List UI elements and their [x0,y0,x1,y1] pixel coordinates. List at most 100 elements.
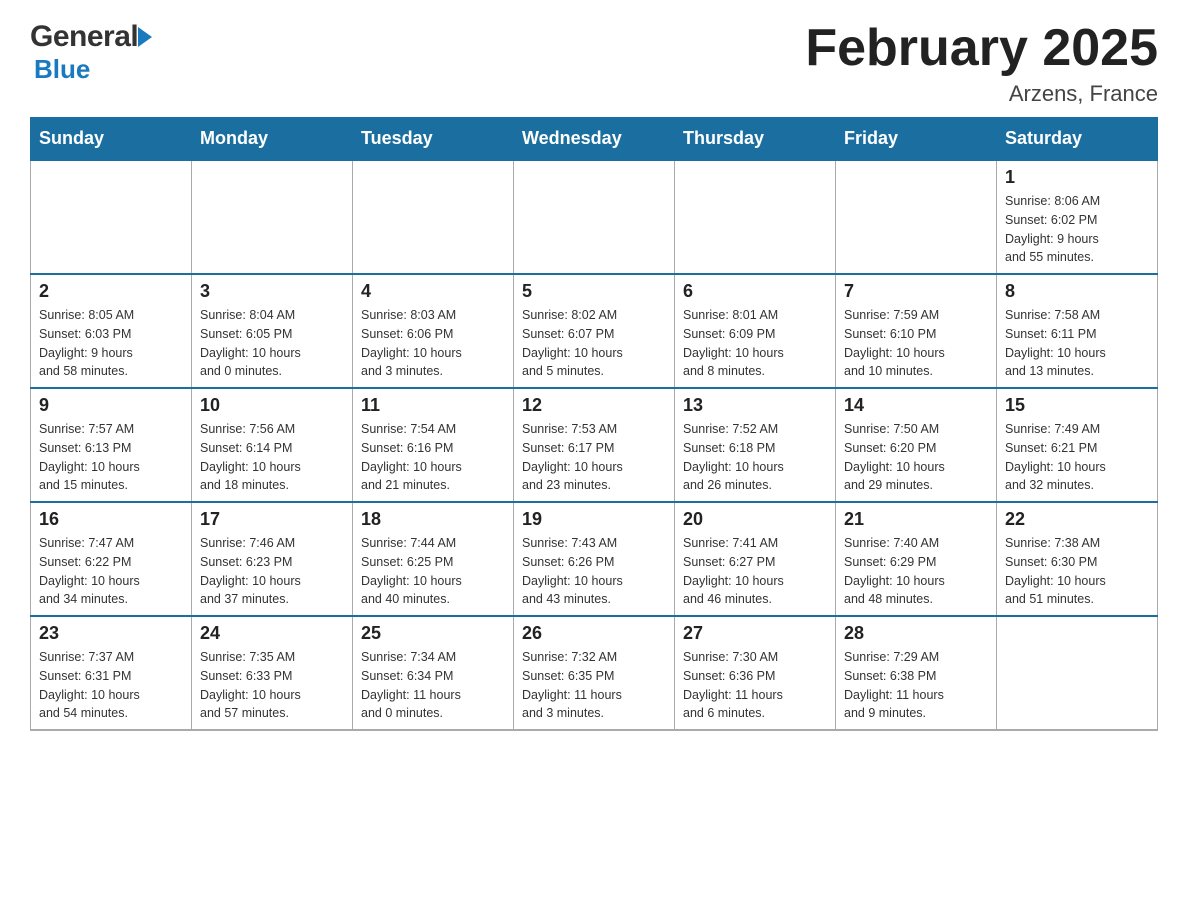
logo-general-text: General [30,20,138,54]
day-cell-w4-d6: 21 Sunrise: 7:40 AMSunset: 6:29 PMDayligh… [836,502,997,616]
day-cell-w1-d2 [192,160,353,274]
day-info: Sunrise: 7:56 AMSunset: 6:14 PMDaylight:… [200,420,344,495]
day-number: 26 [522,623,666,644]
day-number: 6 [683,281,827,302]
day-info: Sunrise: 7:30 AMSunset: 6:36 PMDaylight:… [683,648,827,723]
day-info: Sunrise: 7:47 AMSunset: 6:22 PMDaylight:… [39,534,183,609]
day-number: 4 [361,281,505,302]
day-info: Sunrise: 8:06 AMSunset: 6:02 PMDaylight:… [1005,192,1149,267]
day-cell-w3-d7: 15 Sunrise: 7:49 AMSunset: 6:21 PMDayligh… [997,388,1158,502]
day-number: 27 [683,623,827,644]
day-info: Sunrise: 7:38 AMSunset: 6:30 PMDaylight:… [1005,534,1149,609]
day-number: 11 [361,395,505,416]
day-cell-w5-d1: 23 Sunrise: 7:37 AMSunset: 6:31 PMDayligh… [31,616,192,730]
calendar-title: February 2025 [805,20,1158,77]
day-cell-w1-d4 [514,160,675,274]
day-number: 25 [361,623,505,644]
day-cell-w1-d5 [675,160,836,274]
day-number: 10 [200,395,344,416]
day-cell-w4-d3: 18Sunrise: 7:44 AMSunset: 6:25 PMDayligh… [353,502,514,616]
header-saturday: Saturday [997,118,1158,161]
day-cell-w2-d2: 3Sunrise: 8:04 AMSunset: 6:05 PMDaylight… [192,274,353,388]
day-info: Sunrise: 7:44 AMSunset: 6:25 PMDaylight:… [361,534,505,609]
day-cell-w5-d4: 26 Sunrise: 7:32 AMSunset: 6:35 PMDayligh… [514,616,675,730]
day-info: Sunrise: 7:35 AMSunset: 6:33 PMDaylight:… [200,648,344,723]
day-cell-w5-d7 [997,616,1158,730]
week-row-4: 16 Sunrise: 7:47 AMSunset: 6:22 PMDayligh… [31,502,1158,616]
day-cell-w5-d3: 25 Sunrise: 7:34 AMSunset: 6:34 PMDayligh… [353,616,514,730]
day-info: Sunrise: 7:40 AMSunset: 6:29 PMDaylight:… [844,534,988,609]
day-cell-w2-d1: 2 Sunrise: 8:05 AMSunset: 6:03 PMDaylight… [31,274,192,388]
day-info: Sunrise: 7:43 AMSunset: 6:26 PMDaylight:… [522,534,666,609]
day-cell-w5-d6: 28 Sunrise: 7:29 AMSunset: 6:38 PMDayligh… [836,616,997,730]
day-number: 16 [39,509,183,530]
day-number: 12 [522,395,666,416]
week-row-3: 9Sunrise: 7:57 AMSunset: 6:13 PMDaylight… [31,388,1158,502]
day-info: Sunrise: 7:53 AMSunset: 6:17 PMDaylight:… [522,420,666,495]
day-cell-w3-d4: 12 Sunrise: 7:53 AMSunset: 6:17 PMDayligh… [514,388,675,502]
day-cell-w3-d5: 13 Sunrise: 7:52 AMSunset: 6:18 PMDayligh… [675,388,836,502]
day-info: Sunrise: 7:46 AMSunset: 6:23 PMDaylight:… [200,534,344,609]
day-info: Sunrise: 7:52 AMSunset: 6:18 PMDaylight:… [683,420,827,495]
day-cell-w1-d1 [31,160,192,274]
day-info: Sunrise: 7:50 AMSunset: 6:20 PMDaylight:… [844,420,988,495]
day-number: 7 [844,281,988,302]
day-number: 2 [39,281,183,302]
day-cell-w2-d3: 4Sunrise: 8:03 AMSunset: 6:06 PMDaylight… [353,274,514,388]
title-block: February 2025 Arzens, France [805,20,1158,107]
day-number: 5 [522,281,666,302]
day-number: 1 [1005,167,1149,188]
day-cell-w1-d6 [836,160,997,274]
header-sunday: Sunday [31,118,192,161]
day-cell-w4-d4: 19Sunrise: 7:43 AMSunset: 6:26 PMDayligh… [514,502,675,616]
day-cell-w5-d5: 27 Sunrise: 7:30 AMSunset: 6:36 PMDayligh… [675,616,836,730]
day-info: Sunrise: 7:34 AMSunset: 6:34 PMDaylight:… [361,648,505,723]
header-tuesday: Tuesday [353,118,514,161]
page-header: General Blue February 2025 Arzens, Franc… [30,20,1158,107]
day-number: 15 [1005,395,1149,416]
day-info: Sunrise: 7:37 AMSunset: 6:31 PMDaylight:… [39,648,183,723]
day-cell-w2-d7: 8 Sunrise: 7:58 AMSunset: 6:11 PMDaylight… [997,274,1158,388]
day-cell-w1-d7: 1 Sunrise: 8:06 AMSunset: 6:02 PMDaylight… [997,160,1158,274]
day-number: 8 [1005,281,1149,302]
day-number: 17 [200,509,344,530]
day-info: Sunrise: 8:05 AMSunset: 6:03 PMDaylight:… [39,306,183,381]
day-number: 22 [1005,509,1149,530]
week-row-1: 1 Sunrise: 8:06 AMSunset: 6:02 PMDaylight… [31,160,1158,274]
day-cell-w4-d2: 17 Sunrise: 7:46 AMSunset: 6:23 PMDayligh… [192,502,353,616]
day-cell-w4-d1: 16 Sunrise: 7:47 AMSunset: 6:22 PMDayligh… [31,502,192,616]
logo: General Blue [30,20,152,85]
day-cell-w3-d2: 10 Sunrise: 7:56 AMSunset: 6:14 PMDayligh… [192,388,353,502]
day-number: 14 [844,395,988,416]
day-info: Sunrise: 7:58 AMSunset: 6:11 PMDaylight:… [1005,306,1149,381]
day-number: 23 [39,623,183,644]
day-cell-w5-d2: 24Sunrise: 7:35 AMSunset: 6:33 PMDayligh… [192,616,353,730]
day-cell-w4-d7: 22 Sunrise: 7:38 AMSunset: 6:30 PMDayligh… [997,502,1158,616]
calendar-table: Sunday Monday Tuesday Wednesday Thursday… [30,117,1158,731]
header-wednesday: Wednesday [514,118,675,161]
day-cell-w2-d4: 5Sunrise: 8:02 AMSunset: 6:07 PMDaylight… [514,274,675,388]
day-info: Sunrise: 7:49 AMSunset: 6:21 PMDaylight:… [1005,420,1149,495]
weekday-header-row: Sunday Monday Tuesday Wednesday Thursday… [31,118,1158,161]
day-cell-w3-d6: 14 Sunrise: 7:50 AMSunset: 6:20 PMDayligh… [836,388,997,502]
logo-blue-text: Blue [34,54,152,85]
day-number: 9 [39,395,183,416]
day-info: Sunrise: 7:59 AMSunset: 6:10 PMDaylight:… [844,306,988,381]
day-info: Sunrise: 7:41 AMSunset: 6:27 PMDaylight:… [683,534,827,609]
day-cell-w4-d5: 20 Sunrise: 7:41 AMSunset: 6:27 PMDayligh… [675,502,836,616]
header-thursday: Thursday [675,118,836,161]
header-friday: Friday [836,118,997,161]
day-info: Sunrise: 8:01 AMSunset: 6:09 PMDaylight:… [683,306,827,381]
logo-arrow-icon [138,27,152,47]
day-number: 13 [683,395,827,416]
day-number: 21 [844,509,988,530]
day-info: Sunrise: 7:32 AMSunset: 6:35 PMDaylight:… [522,648,666,723]
day-cell-w2-d6: 7 Sunrise: 7:59 AMSunset: 6:10 PMDaylight… [836,274,997,388]
day-cell-w3-d3: 11 Sunrise: 7:54 AMSunset: 6:16 PMDayligh… [353,388,514,502]
day-info: Sunrise: 7:29 AMSunset: 6:38 PMDaylight:… [844,648,988,723]
day-cell-w3-d1: 9Sunrise: 7:57 AMSunset: 6:13 PMDaylight… [31,388,192,502]
day-number: 20 [683,509,827,530]
day-number: 28 [844,623,988,644]
day-info: Sunrise: 7:54 AMSunset: 6:16 PMDaylight:… [361,420,505,495]
week-row-5: 23 Sunrise: 7:37 AMSunset: 6:31 PMDayligh… [31,616,1158,730]
